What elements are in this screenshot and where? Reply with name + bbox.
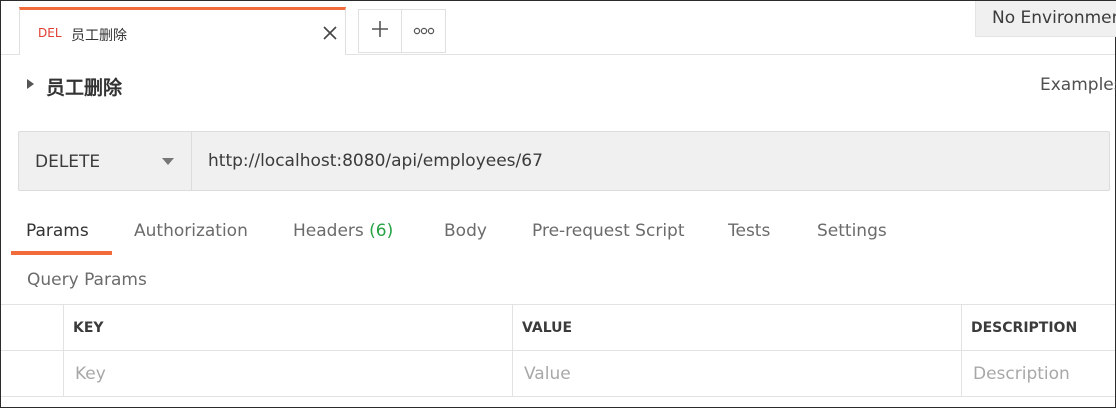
tab-body[interactable]: Body (444, 221, 487, 241)
tab-method-badge: DEL (38, 26, 62, 40)
tab-tests[interactable]: Tests (728, 221, 770, 241)
chevron-down-icon (162, 158, 174, 165)
tab-prerequest-script[interactable]: Pre-request Script (532, 221, 685, 241)
request-header: 员工删除 Examples (1, 65, 1116, 105)
more-horizontal-icon (413, 22, 435, 40)
new-tab-button[interactable] (358, 9, 402, 53)
column-header-description-label: DESCRIPTION (971, 320, 1078, 336)
tab-title: 员工删除 (71, 28, 127, 44)
description-cell (961, 351, 1115, 397)
headers-count-badge: (6) (369, 221, 394, 241)
method-label: DELETE (35, 152, 101, 172)
value-cell (512, 351, 961, 397)
tab-options-button[interactable] (402, 9, 446, 53)
tab-headers-label: Headers (293, 221, 364, 241)
tab-settings[interactable]: Settings (817, 221, 887, 241)
column-header-key: KEY (63, 305, 512, 351)
column-header-value-label: VALUE (522, 320, 573, 336)
table-header-spacer (1, 305, 63, 351)
examples-link[interactable]: Examples (1040, 75, 1116, 95)
url-input[interactable] (193, 132, 1109, 190)
description-input[interactable] (962, 351, 1115, 396)
request-tab-active[interactable]: DEL 员工删除 (19, 7, 346, 55)
table-row (1, 351, 1115, 397)
key-input[interactable] (64, 351, 512, 396)
key-cell (63, 351, 512, 397)
caret-right-icon[interactable] (27, 79, 34, 89)
table-header-row: KEY VALUE DESCRIPTION (1, 305, 1115, 351)
request-name[interactable]: 员工删除 (46, 73, 122, 100)
tab-headers[interactable]: Headers (6) (293, 221, 393, 241)
environment-select[interactable]: No Environment (975, 1, 1116, 37)
column-header-value: VALUE (512, 305, 961, 351)
query-params-title: Query Params (27, 270, 147, 290)
value-input[interactable] (513, 351, 961, 396)
query-params-table: KEY VALUE DESCRIPTION (1, 304, 1115, 397)
column-header-description: DESCRIPTION (961, 305, 1115, 351)
url-bar: DELETE (18, 131, 1110, 191)
tab-params[interactable]: Params (26, 221, 89, 241)
method-select[interactable]: DELETE (19, 132, 192, 190)
column-header-key-label: KEY (73, 320, 104, 336)
plus-icon (370, 19, 390, 44)
row-checkbox-cell (1, 351, 63, 397)
tab-authorization[interactable]: Authorization (134, 221, 248, 241)
request-tab-bar: DEL 员工删除 No Environment (1, 1, 1116, 55)
active-tab-indicator (11, 251, 112, 255)
close-icon[interactable] (321, 24, 339, 42)
request-subtabs: Params Authorization Headers (6) Body Pr… (1, 211, 1115, 257)
